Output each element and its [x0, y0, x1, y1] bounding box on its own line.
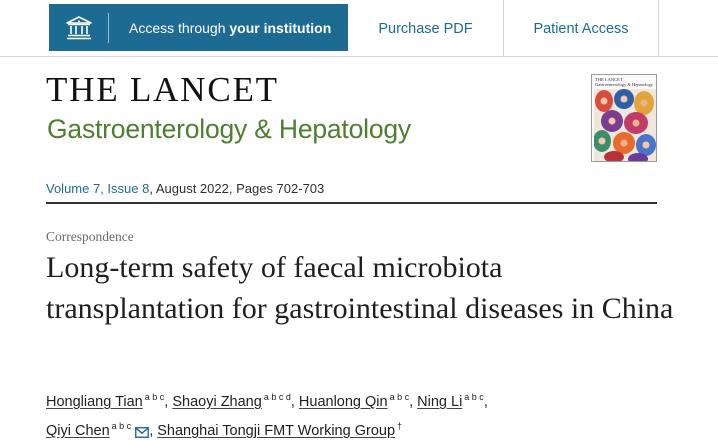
access-prefix: Access through [129, 19, 226, 36]
journal-title[interactable]: THE LANCET [46, 71, 279, 109]
author-affiliations: a b c [389, 392, 410, 402]
author-name: Huanlong Qin [298, 394, 388, 410]
author-link[interactable]: Hongliang Tian a b c [46, 392, 164, 410]
access-bar: Access through your institution Purchase… [0, 0, 718, 57]
author-affiliations: a b c [111, 421, 132, 431]
article-type: Correspondence [46, 229, 134, 244]
author-affiliations: a b c d [263, 392, 291, 402]
cover-subtitle: Gastroenterology & Hepatology [595, 82, 653, 87]
author-affiliations: † [397, 421, 403, 431]
article-title: Long-term safety of faecal microbiota tr… [46, 251, 674, 325]
author-affiliations: a b c [464, 392, 484, 402]
volume-issue-link[interactable]: Volume 7, Issue 8 [46, 181, 149, 196]
patient-access-link[interactable]: Patient Access [503, 0, 659, 57]
author-list: Hongliang Tian a b c, Shaoyi Zhang a b c d… [46, 385, 666, 440]
author-link[interactable]: Shaoyi Zhang a b c d [172, 392, 291, 410]
author-link[interactable]: Qiyi Chen a b c [46, 421, 150, 440]
author-link[interactable]: Ning Li a b c [417, 392, 484, 410]
author-name: Shaoyi Zhang [172, 394, 262, 410]
issue-info: Volume 7, Issue 8, August 2022, Pages 70… [46, 181, 324, 196]
author-link[interactable]: Huanlong Qin a b c [298, 392, 409, 410]
masthead-divider [46, 202, 657, 204]
author-name: Hongliang Tian [46, 394, 143, 410]
institution-icon [49, 4, 109, 51]
access-through-institution-button[interactable]: Access through your institution [49, 4, 348, 51]
purchase-pdf-link[interactable]: Purchase PDF [348, 0, 503, 57]
author-link[interactable]: Shanghai Tongji FMT Working Group † [157, 421, 402, 439]
journal-cover-image[interactable]: THE LANCET Gastroenterology & Hepatology [591, 74, 657, 162]
author-affiliations: a b c [144, 392, 165, 402]
access-strong: your institution [229, 19, 332, 36]
issue-date-pages: , August 2022, Pages 702-703 [149, 181, 325, 196]
author-name: Ning Li [417, 394, 463, 410]
author-name: Shanghai Tongji FMT Working Group [157, 423, 396, 439]
author-name: Qiyi Chen [46, 423, 110, 439]
cover-artwork [594, 89, 656, 161]
cover-heading: THE LANCET Gastroenterology & Hepatology [595, 77, 653, 87]
mail-icon[interactable] [135, 422, 150, 440]
journal-subtitle[interactable]: Gastroenterology & Hepatology [47, 112, 411, 146]
access-label: Access through your institution [109, 20, 331, 36]
